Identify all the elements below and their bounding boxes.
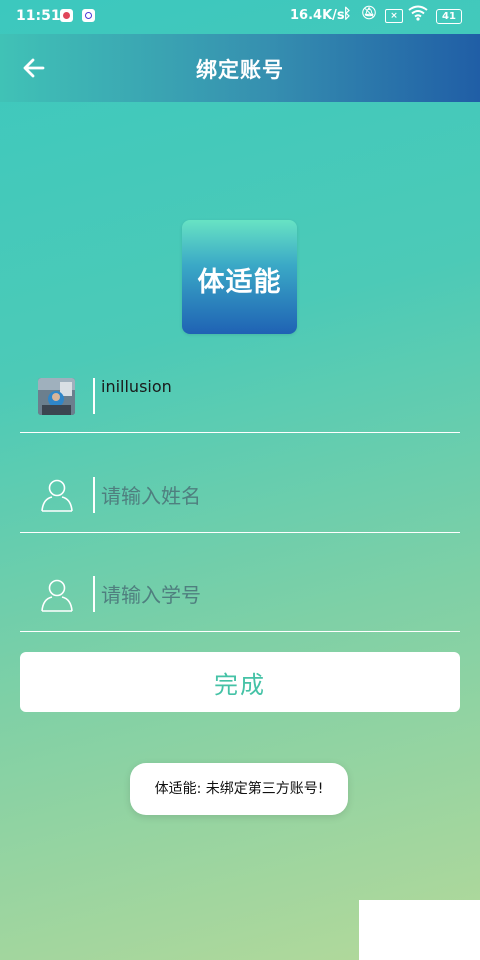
toast-message: 体适能: 未绑定第三方账号! — [130, 763, 348, 815]
no-sim-icon: × — [385, 9, 403, 23]
person-icon — [41, 579, 73, 612]
blank-corner — [359, 900, 480, 960]
row-underline — [20, 631, 460, 632]
app-logo-text: 体适能 — [197, 267, 282, 298]
page-title: 绑定账号 — [196, 58, 284, 82]
status-bar: 11:51 16.4K/s ᛒ 🔕︎ × 41 — [0, 0, 480, 34]
wifi-icon — [408, 5, 428, 25]
field-divider — [93, 477, 95, 513]
field-divider — [93, 378, 95, 414]
bluetooth-icon: ᛒ — [343, 6, 352, 22]
student-id-input[interactable] — [101, 579, 431, 611]
status-time: 11:51 — [16, 8, 61, 24]
name-input[interactable] — [101, 480, 431, 512]
person-icon — [41, 479, 73, 512]
avatar — [38, 378, 75, 415]
notification-app-icon-2 — [82, 9, 95, 22]
username-label: inillusion — [101, 377, 172, 396]
app-screen: 11:51 16.4K/s ᛒ 🔕︎ × 41 绑定账号 体适能 inillus… — [0, 0, 480, 960]
mute-bell-icon: 🔕︎ — [361, 6, 378, 21]
network-speed: 16.4K/s — [290, 8, 345, 23]
notification-app-icon — [60, 9, 73, 22]
avatar-image — [38, 378, 75, 415]
title-bar: 绑定账号 — [0, 34, 480, 102]
battery-indicator: 41 — [436, 9, 462, 24]
field-divider — [93, 576, 95, 612]
done-button[interactable]: 完成 — [20, 652, 460, 712]
app-logo: 体适能 — [182, 220, 297, 334]
account-row — [20, 362, 460, 433]
